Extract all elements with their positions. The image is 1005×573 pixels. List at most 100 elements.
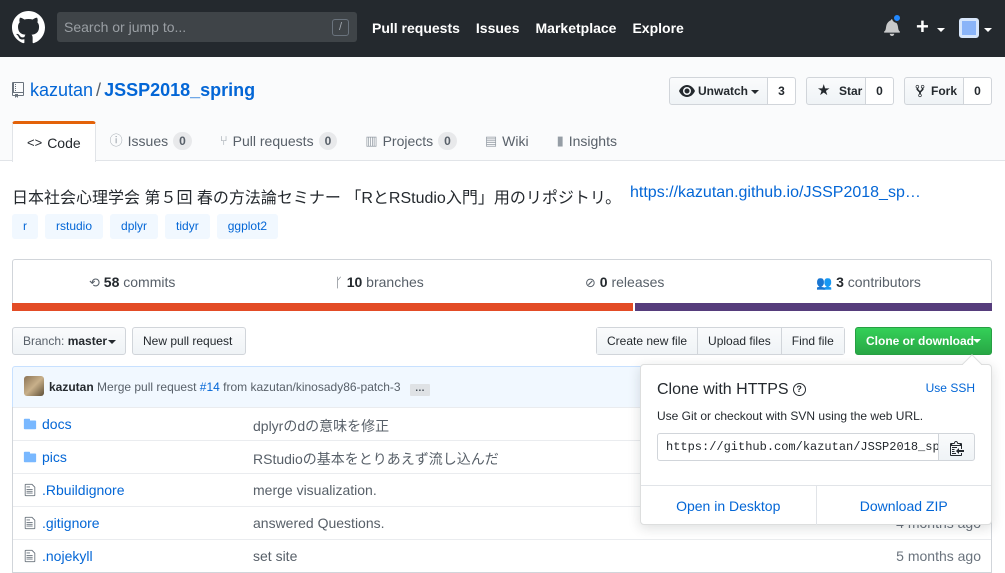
commits-count: 58 bbox=[103, 274, 120, 290]
global-header: Search or jump to... / Pull requests Iss… bbox=[0, 0, 1005, 57]
branch-name: master bbox=[67, 334, 108, 348]
topic-tag[interactable]: r bbox=[12, 214, 38, 239]
releases-label: releases bbox=[611, 274, 665, 290]
user-menu-caret-icon bbox=[984, 28, 992, 32]
help-icon[interactable]: ? bbox=[792, 383, 806, 397]
language-bar[interactable] bbox=[12, 303, 992, 311]
branch-icon: ᚴ bbox=[335, 275, 343, 290]
contributors-link[interactable]: 👥 3 contributors bbox=[816, 274, 921, 291]
open-in-desktop-button[interactable]: Open in Desktop bbox=[641, 486, 817, 525]
file-commit-message[interactable]: merge visualization. bbox=[253, 482, 377, 498]
header-nav: Pull requests Issues Marketplace Explore bbox=[372, 0, 700, 57]
commits-label: commits bbox=[123, 274, 176, 290]
search-placeholder: Search or jump to... bbox=[64, 19, 187, 35]
create-new-icon[interactable]: + bbox=[916, 14, 929, 40]
fork-button[interactable]: Fork bbox=[904, 77, 964, 105]
unwatch-label: Unwatch bbox=[698, 84, 749, 98]
tab-wiki[interactable]: ▤ Wiki bbox=[471, 121, 543, 161]
folder-icon bbox=[23, 418, 37, 430]
clone-popup-title: Clone with HTTPS? bbox=[657, 381, 806, 399]
topic-tag[interactable]: rstudio bbox=[45, 214, 104, 239]
graph-icon: ▮ bbox=[556, 133, 564, 148]
copy-url-button[interactable] bbox=[938, 433, 975, 461]
branches-label: branches bbox=[366, 274, 424, 290]
commit-pr-link[interactable]: #14 bbox=[200, 380, 220, 394]
file-commit-message[interactable]: RStudioの基本をとりあえず流し込んだ bbox=[253, 449, 499, 469]
commit-author-avatar[interactable] bbox=[24, 376, 44, 396]
releases-count: 0 bbox=[599, 274, 608, 290]
file-commit-message[interactable]: answered Questions. bbox=[253, 515, 385, 531]
file-commit-message[interactable]: set site bbox=[253, 548, 297, 564]
topic-tag[interactable]: ggplot2 bbox=[216, 214, 279, 239]
commits-link[interactable]: ⟲ 58 commits bbox=[89, 274, 175, 291]
search-input[interactable]: Search or jump to... / bbox=[57, 12, 357, 42]
file-icon bbox=[24, 483, 36, 497]
nav-marketplace[interactable]: Marketplace bbox=[536, 0, 617, 57]
create-new-file-button[interactable]: Create new file bbox=[597, 328, 699, 354]
eye-icon bbox=[679, 85, 695, 97]
file-name-link[interactable]: .Rbuildignore bbox=[42, 482, 125, 498]
nav-explore[interactable]: Explore bbox=[632, 0, 683, 57]
find-file-button[interactable]: Find file bbox=[781, 328, 844, 354]
tab-code[interactable]: <> Code bbox=[12, 121, 96, 162]
book-icon: ▤ bbox=[484, 133, 498, 148]
file-name-link[interactable]: pics bbox=[42, 449, 67, 465]
tab-pull-requests[interactable]: ⑂ Pull requests 0 bbox=[206, 121, 351, 161]
use-ssh-link[interactable]: Use SSH bbox=[926, 381, 975, 395]
language-segment[interactable] bbox=[12, 303, 634, 311]
file-row: .nojekyll set site 5 months ago bbox=[13, 539, 991, 572]
branches-link[interactable]: ᚴ 10 branches bbox=[335, 274, 424, 290]
repo-homepage-link[interactable]: https://kazutan.github.io/JSSP2018_sp… bbox=[630, 184, 921, 202]
star-label: Star bbox=[839, 84, 863, 98]
file-commit-message[interactable]: dplyrのdの意味を修正 bbox=[253, 416, 389, 436]
unwatch-button[interactable]: Unwatch bbox=[669, 77, 768, 105]
file-name-link[interactable]: .nojekyll bbox=[42, 548, 93, 564]
commit-message-pre[interactable]: Merge pull request bbox=[97, 380, 196, 394]
topic-tag[interactable]: dplyr bbox=[110, 214, 159, 239]
watch-count[interactable]: 3 bbox=[768, 77, 796, 105]
commit-message-post[interactable]: from kazutan/kinosady86-patch-3 bbox=[223, 380, 400, 394]
language-segment[interactable] bbox=[635, 303, 992, 311]
tag-icon: ⊘ bbox=[585, 275, 596, 290]
repo-owner-link[interactable]: kazutan bbox=[30, 80, 93, 100]
tab-projects-label: Projects bbox=[382, 133, 434, 149]
file-name-link[interactable]: docs bbox=[42, 416, 72, 432]
upload-files-button[interactable]: Upload files bbox=[698, 328, 782, 354]
star-button[interactable]: ★ Star bbox=[806, 77, 866, 105]
clone-or-download-button[interactable]: Clone or download bbox=[855, 327, 992, 355]
repo-title-separator: / bbox=[96, 80, 102, 100]
tab-wiki-label: Wiki bbox=[502, 133, 529, 149]
expand-commit-button[interactable]: … bbox=[409, 384, 430, 396]
popup-arrow bbox=[962, 354, 982, 374]
clone-caret-icon bbox=[973, 339, 981, 343]
fork-icon bbox=[915, 84, 925, 98]
new-pull-request-button[interactable]: New pull request bbox=[132, 327, 246, 355]
commit-author[interactable]: kazutan bbox=[49, 380, 94, 394]
unread-indicator bbox=[892, 13, 902, 23]
tab-insights[interactable]: ▮ Insights bbox=[543, 121, 631, 161]
releases-link[interactable]: ⊘ 0 releases bbox=[585, 274, 664, 291]
tab-pull-requests-label: Pull requests bbox=[232, 133, 314, 149]
branch-select-button[interactable]: Branch: master bbox=[12, 327, 126, 355]
clone-popup-actions: Open in Desktop Download ZIP bbox=[641, 485, 991, 525]
download-zip-button[interactable]: Download ZIP bbox=[817, 486, 992, 525]
code-icon: <> bbox=[27, 135, 43, 150]
repo-name-link[interactable]: JSSP2018_spring bbox=[104, 80, 255, 100]
clone-url-input[interactable]: https://github.com/kazutan/JSSP2018_spri… bbox=[657, 433, 939, 461]
github-logo-icon[interactable] bbox=[12, 11, 45, 44]
topic-tag[interactable]: tidyr bbox=[165, 214, 210, 239]
nav-pull-requests[interactable]: Pull requests bbox=[372, 0, 460, 57]
tab-issues-counter: 0 bbox=[173, 132, 192, 150]
file-commit-age: 5 months ago bbox=[896, 548, 981, 564]
tab-issues-label: Issues bbox=[127, 133, 169, 149]
repo-description: 日本社会心理学会 第５回 春の方法論セミナー 「RとRStudio入門」用のリポ… bbox=[12, 190, 622, 207]
tab-projects[interactable]: ▥ Projects 0 bbox=[351, 121, 471, 161]
fork-count[interactable]: 0 bbox=[964, 77, 992, 105]
tab-code-label: Code bbox=[47, 135, 81, 151]
file-name-link[interactable]: .gitignore bbox=[42, 515, 100, 531]
create-caret-icon bbox=[937, 28, 945, 32]
tab-issues[interactable]: ⓘ Issues 0 bbox=[96, 121, 206, 161]
star-count[interactable]: 0 bbox=[866, 77, 894, 105]
nav-issues[interactable]: Issues bbox=[476, 0, 520, 57]
user-avatar[interactable] bbox=[959, 18, 979, 38]
